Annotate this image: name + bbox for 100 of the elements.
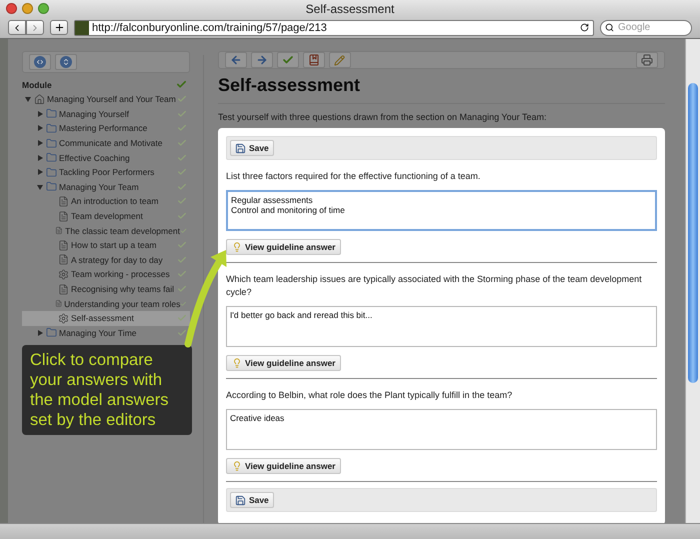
tree-item[interactable]: Mastering Performance	[22, 121, 190, 136]
bookmark-button[interactable]	[302, 52, 325, 68]
view-guideline-button[interactable]: View guideline answer	[226, 355, 342, 371]
minimize-button[interactable]	[22, 3, 33, 14]
expand-triangle-icon[interactable]	[37, 330, 43, 336]
page-icon	[58, 284, 69, 295]
module-heading: Module	[22, 80, 53, 90]
folder-icon	[46, 152, 57, 164]
close-button[interactable]	[6, 3, 17, 14]
reload-icon[interactable]	[580, 23, 589, 32]
tree-item[interactable]: A strategy for day to day	[22, 252, 190, 268]
view-guideline-button[interactable]: View guideline answer	[226, 458, 342, 474]
page-icon	[58, 240, 69, 251]
expand-triangle-icon[interactable]	[37, 110, 43, 117]
back-button[interactable]	[8, 20, 26, 35]
question-text: Which team leadership issues are typically associated with the Storming phase of the team development cycle?	[226, 273, 643, 299]
check-icon	[282, 54, 294, 66]
address-field[interactable]: http://falconburyonline.com/training/57/page/213	[74, 20, 594, 36]
tree-item[interactable]: Communicate and Motivate	[22, 136, 190, 150]
lightbulb-icon	[232, 358, 242, 368]
tree-item[interactable]: The classic team development	[22, 223, 190, 238]
check-icon	[176, 79, 187, 90]
add-bookmark-button[interactable]	[50, 20, 68, 35]
lightbulb-icon	[232, 461, 242, 471]
page-icon	[54, 298, 62, 310]
tree-item[interactable]: Recognising why teams fail	[22, 282, 190, 296]
expand-vertical-button[interactable]	[55, 54, 77, 70]
tree-item[interactable]: Team working - processes	[22, 267, 190, 282]
folder-icon	[46, 181, 57, 192]
page-icon	[58, 254, 69, 266]
check-icon	[177, 182, 187, 192]
tree-item[interactable]: Managing Yourself and Your Team	[22, 92, 190, 107]
question-text: According to Belbin, what role does the Plant typically fulfill in the team?	[226, 389, 514, 402]
favicon-icon	[75, 20, 89, 34]
tree-item[interactable]: Team development	[22, 208, 190, 224]
check-icon	[177, 152, 187, 163]
answer-field[interactable]: Creative ideas	[226, 409, 657, 450]
question-text: List three factors required for the effective functioning of a team.	[226, 170, 482, 183]
answer-field[interactable]: Regular assessments Control and monitoring of time	[226, 190, 657, 231]
check-icon	[177, 138, 187, 148]
tree-item[interactable]: Managing Your Time	[22, 326, 190, 340]
home-icon	[34, 94, 45, 105]
check-icon	[177, 167, 187, 178]
back-button[interactable]	[224, 52, 247, 68]
complete-button[interactable]	[276, 52, 299, 68]
zoom-button[interactable]	[38, 3, 49, 14]
plus-icon	[54, 22, 64, 33]
expand-triangle-icon[interactable]	[25, 96, 31, 102]
book-icon	[308, 54, 320, 66]
check-icon	[177, 240, 187, 250]
page-icon	[58, 210, 69, 222]
lightbulb-icon	[232, 242, 242, 252]
forward-button[interactable]	[26, 20, 44, 35]
folder-icon	[46, 138, 57, 149]
expand-triangle-icon[interactable]	[37, 184, 43, 190]
arrow-right-icon	[256, 54, 268, 66]
check-icon	[177, 284, 187, 294]
pencil-icon	[334, 54, 346, 66]
check-icon	[177, 313, 187, 324]
callout-tooltip: Click to compare your answers with the model answers set by the editors	[22, 345, 192, 435]
tree-item[interactable]: Managing Yourself	[22, 106, 190, 122]
tree-item[interactable]: Tackling Poor Performers	[22, 164, 190, 180]
expand-triangle-icon[interactable]	[37, 169, 43, 176]
print-button[interactable]	[636, 52, 658, 68]
check-icon	[177, 94, 187, 104]
page-icon	[55, 225, 64, 236]
intro-text: Test yourself with three questions drawn from the section on Managing Your Team:	[218, 112, 548, 122]
save-button[interactable]: Save	[230, 492, 274, 508]
tree-item[interactable]: How to start up a team	[22, 238, 190, 253]
expand-triangle-icon[interactable]	[37, 154, 43, 161]
view-guideline-button[interactable]: View guideline answer	[226, 239, 342, 255]
expand-horizontal-button[interactable]	[29, 54, 51, 70]
check-icon	[177, 108, 187, 119]
window-title: Self-assessment	[306, 2, 394, 16]
expand-triangle-icon[interactable]	[37, 125, 43, 132]
check-icon	[177, 196, 187, 206]
folder-icon	[46, 327, 57, 338]
vertical-arrows-icon	[60, 56, 72, 68]
folder-icon	[46, 122, 57, 134]
arrow-left-icon	[230, 54, 242, 66]
tree-item[interactable]: Effective Coaching	[22, 150, 190, 165]
tree-item[interactable]: Managing Your Team	[22, 180, 190, 194]
horizontal-arrows-icon	[34, 56, 46, 68]
page-title: Self-assessment	[218, 75, 665, 104]
forward-button[interactable]	[250, 52, 273, 68]
save-button[interactable]: Save	[230, 140, 274, 156]
check-icon	[177, 211, 187, 222]
tree-item[interactable]: Understanding your team roles	[22, 296, 190, 311]
scrollbar[interactable]	[685, 39, 700, 523]
expand-triangle-icon[interactable]	[37, 140, 43, 146]
tree-item[interactable]: Self-assessment	[22, 310, 190, 326]
page-icon	[58, 196, 69, 207]
scroll-thumb[interactable]	[688, 83, 698, 383]
check-icon	[177, 254, 187, 265]
edit-button[interactable]	[328, 52, 351, 68]
search-field[interactable]: Google	[600, 20, 692, 36]
tree-item[interactable]: An introduction to team	[22, 194, 190, 209]
check-icon	[177, 123, 187, 134]
check-icon	[177, 328, 187, 338]
answer-field[interactable]: I'd better go back and reread this bit...	[226, 306, 657, 347]
